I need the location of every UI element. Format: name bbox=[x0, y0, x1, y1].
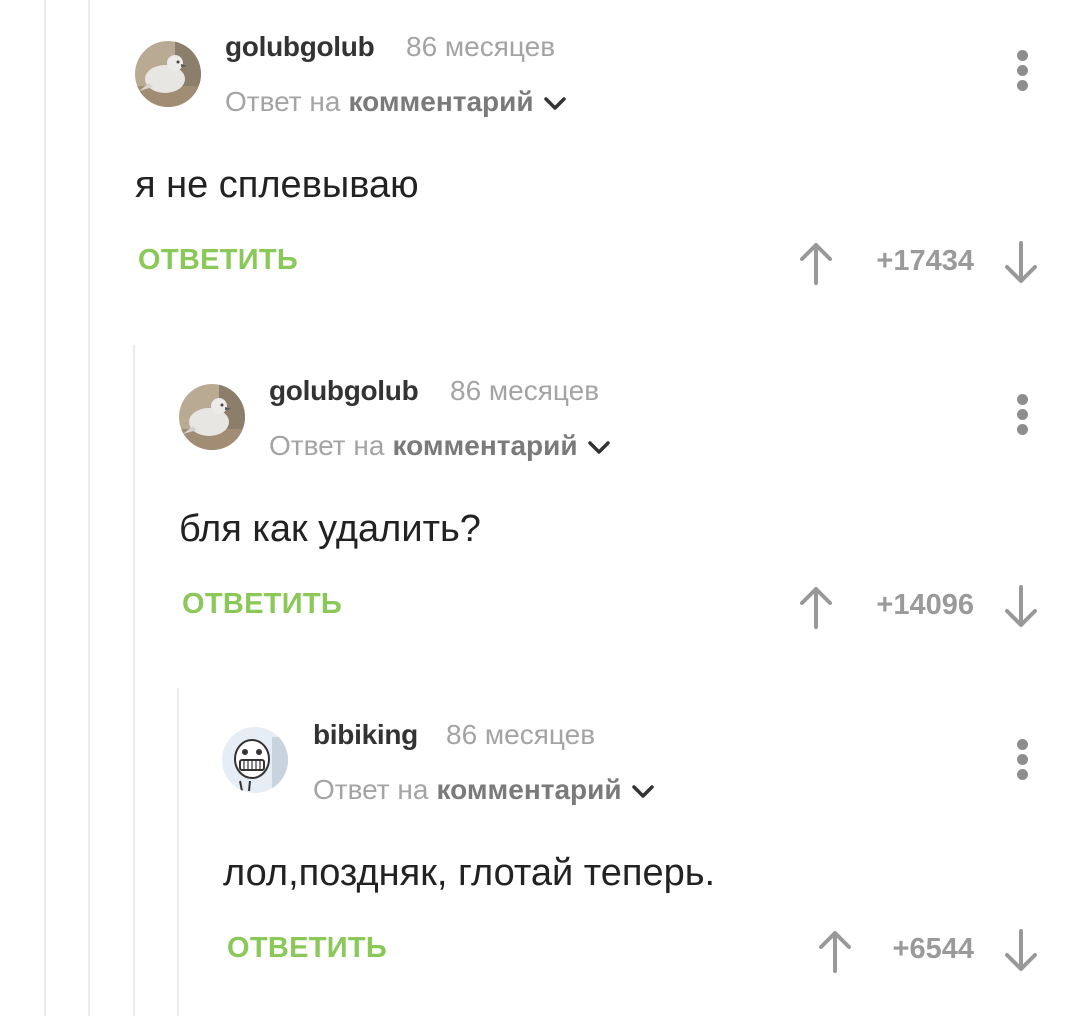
reply-button[interactable]: ОТВЕТИТЬ bbox=[227, 932, 387, 965]
downvote-arrow-icon[interactable] bbox=[1001, 929, 1041, 973]
comment: bibiking 86 месяцев Ответ на комментарий… bbox=[0, 0, 1080, 1016]
reply-to-target: комментарий bbox=[436, 774, 622, 805]
reply-to-link[interactable]: Ответ на комментарий bbox=[313, 774, 654, 806]
reply-to-prefix: Ответ на bbox=[313, 774, 429, 805]
comment-author[interactable]: bibiking bbox=[313, 719, 418, 751]
user-avatar[interactable] bbox=[222, 727, 288, 793]
vote-score: +6544 bbox=[892, 933, 974, 965]
cartoon-face-avatar-icon bbox=[222, 727, 288, 793]
comment-time: 86 месяцев bbox=[446, 719, 596, 750]
more-options-icon[interactable] bbox=[1008, 734, 1038, 784]
chevron-down-icon bbox=[631, 774, 654, 806]
comment-text: лол,поздняк, глотай теперь. bbox=[223, 852, 716, 894]
